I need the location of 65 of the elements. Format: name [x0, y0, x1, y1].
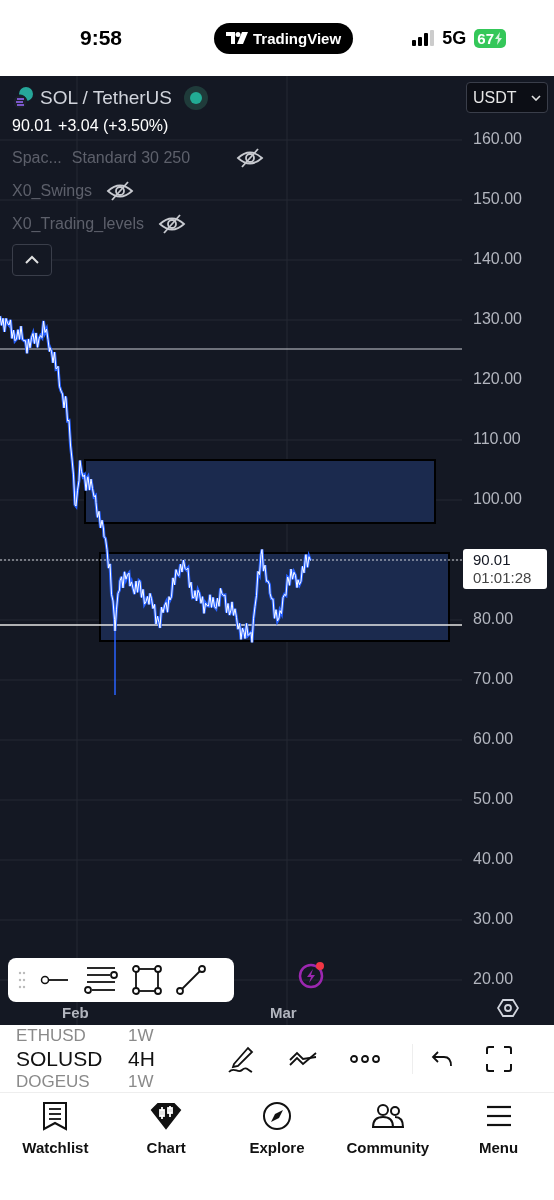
price-axis-label: 40.00	[473, 850, 514, 868]
price-axis-label: 110.00	[473, 430, 521, 448]
indicator-settings: Standard 30 250	[71, 148, 192, 167]
people-icon	[370, 1101, 405, 1131]
logo-icon	[226, 32, 248, 44]
hidden-eye-icon[interactable]	[157, 212, 186, 235]
symbol-option[interactable]: DOGEUS	[16, 1071, 128, 1092]
rectangle-tool-icon[interactable]	[132, 965, 162, 995]
settings-icon[interactable]	[497, 998, 519, 1018]
hidden-eye-icon[interactable]	[106, 179, 135, 202]
candles-gem-icon	[150, 1101, 183, 1131]
price-axis-label: 160.00	[473, 130, 522, 148]
currency-dropdown[interactable]: USDT	[466, 82, 548, 113]
collapse-button[interactable]	[12, 244, 52, 276]
app-badge: TradingView	[214, 22, 354, 54]
signal-icon	[412, 30, 435, 46]
price-axis-label: 70.00	[473, 670, 514, 688]
time-axis-label: Mar	[270, 1004, 297, 1021]
indicator-name: X0_Trading_levels	[12, 214, 144, 233]
chevron-up-icon	[24, 255, 40, 265]
drag-handle-icon[interactable]	[18, 970, 26, 990]
clock-time: 9:58	[80, 26, 124, 50]
price-axis-label: 130.00	[473, 310, 522, 328]
trend-line-icon[interactable]	[176, 965, 206, 995]
bookmark-list-icon	[42, 1101, 69, 1131]
fullscreen-icon[interactable]	[485, 1044, 513, 1073]
price-axis-label: 150.00	[473, 190, 522, 208]
nav-tab[interactable]: Chart	[110, 1093, 222, 1165]
symbol-option[interactable]: ETHUSD	[16, 1025, 128, 1046]
time-axis-label: Feb	[62, 1004, 89, 1021]
hidden-eye-icon[interactable]	[235, 146, 264, 169]
lightning-icon[interactable]	[298, 961, 326, 989]
bar-countdown: 01:01:28	[473, 569, 533, 587]
battery-level: 67	[474, 28, 506, 48]
nav-tab[interactable]: Community	[332, 1093, 444, 1165]
price-axis-label: 140.00	[473, 250, 522, 268]
horizontal-ray-icon[interactable]	[40, 975, 70, 985]
price-axis-label: 20.00	[473, 970, 514, 988]
last-price: 90.01	[12, 117, 53, 134]
indicator-name: X0_Swings	[12, 181, 93, 200]
undo-icon[interactable]	[431, 1049, 453, 1068]
charging-bolt-icon	[494, 31, 503, 45]
coin-icon	[12, 86, 34, 110]
price-change: +3.04 (+3.50%)	[58, 117, 169, 134]
parallel-lines-icon[interactable]	[84, 966, 118, 994]
price-axis-label: 100.00	[473, 490, 522, 508]
price-axis-label: 120.00	[473, 370, 522, 388]
network-type: 5G	[442, 27, 467, 49]
nav-tab[interactable]: Watchlist	[0, 1093, 111, 1165]
chevron-down-icon	[531, 94, 541, 101]
symbol-title[interactable]: SOL / TetherUS	[40, 87, 172, 109]
interval-option[interactable]: 1W	[128, 1071, 154, 1092]
nav-tab[interactable]: Explore	[221, 1093, 333, 1165]
indicator-name: Spac...	[12, 148, 62, 167]
price-axis-label: 60.00	[473, 730, 514, 748]
interval-option[interactable]: 4H	[128, 1046, 155, 1071]
price-axis-label: 30.00	[473, 910, 514, 928]
more-icon[interactable]	[350, 1054, 380, 1063]
current-price: 90.01	[473, 551, 511, 568]
price-axis-label: 50.00	[473, 790, 514, 808]
interval-option[interactable]: 1W	[128, 1025, 154, 1046]
compass-icon	[262, 1101, 292, 1131]
price-axis-label: 80.00	[473, 610, 514, 628]
symbol-option[interactable]: SOLUSD	[16, 1046, 128, 1071]
nav-tab[interactable]: Menu	[443, 1093, 554, 1165]
